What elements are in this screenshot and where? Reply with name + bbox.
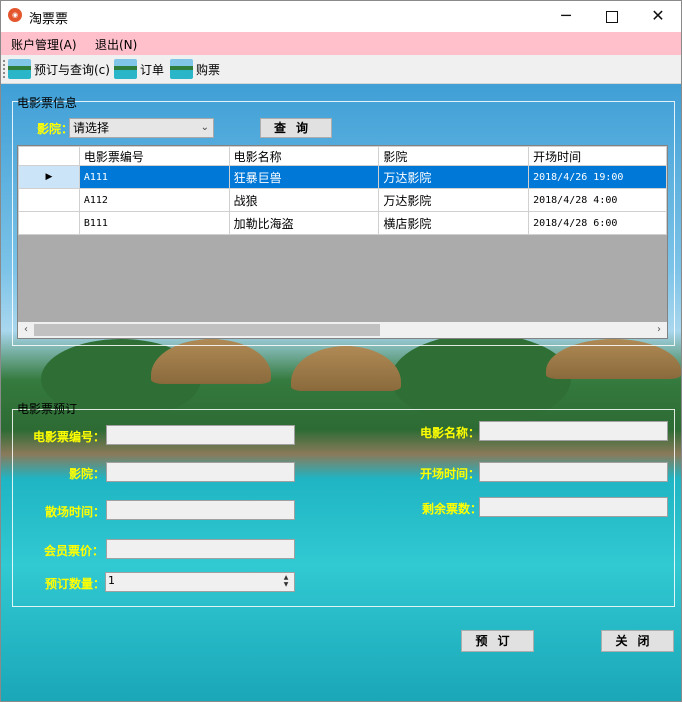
cell-cinema[interactable]: 万达影院 <box>378 188 530 212</box>
row-header[interactable] <box>18 188 80 212</box>
cinema-filter-value: 请选择 <box>73 121 110 135</box>
table-row[interactable]: B111 加勒比海盗 横店影院 2018/4/28 6:00 <box>18 211 667 235</box>
scroll-right-icon[interactable]: › <box>651 322 667 338</box>
beach-image-icon <box>8 59 31 79</box>
cell-cinema[interactable]: 万达影院 <box>378 165 530 189</box>
scroll-left-icon[interactable]: ‹ <box>18 322 34 338</box>
toolbar-buy-label: 购票 <box>196 62 221 77</box>
toolbar-orders-button[interactable]: 订单 <box>114 57 164 81</box>
cell-cinema[interactable]: 横店影院 <box>378 211 530 235</box>
cinema-field[interactable] <box>106 462 295 482</box>
booking-group-title: 电影票预订 <box>17 402 78 416</box>
toolbar-grip[interactable] <box>3 60 5 78</box>
current-row-indicator-icon: ▶ <box>18 165 80 189</box>
ticket-no-label: 电影票编号： <box>33 430 106 444</box>
cell-movie-name[interactable]: 狂暴巨兽 <box>228 165 380 189</box>
window-title: 淘票票 <box>29 12 69 27</box>
query-button[interactable]: 查询 <box>260 118 332 138</box>
quantity-value: 1 <box>108 574 115 587</box>
minimize-button[interactable]: ─ <box>543 1 589 31</box>
end-time-field[interactable] <box>106 500 295 520</box>
toolbar-book-query-button[interactable]: 预订与查询(c) <box>8 57 110 81</box>
beach-image-icon <box>114 59 137 79</box>
cell-start-time[interactable]: 2018/4/26 19:00 <box>528 165 667 189</box>
book-button[interactable]: 预订 <box>461 630 534 652</box>
app-logo-icon: ◉ <box>8 8 22 22</box>
start-time-label: 开场时间： <box>420 467 481 481</box>
remaining-tickets-field[interactable] <box>479 497 668 517</box>
toolbar-orders-label: 订单 <box>140 62 165 77</box>
ticket-grid[interactable]: 电影票编号 电影名称 影院 开场时间 ▶ A111 狂暴巨兽 万达影院 2018… <box>17 145 668 339</box>
quantity-stepper[interactable]: 1 ▲ ▼ <box>105 572 295 592</box>
close-window-button[interactable]: ✕ <box>635 1 681 31</box>
cell-start-time[interactable]: 2018/4/28 6:00 <box>528 211 667 235</box>
column-header[interactable]: 开场时间 <box>528 146 667 166</box>
column-header[interactable]: 电影票编号 <box>78 146 230 166</box>
spin-arrows-icon[interactable]: ▲ ▼ <box>279 574 293 588</box>
menu-exit[interactable]: 退出(N) <box>95 36 137 53</box>
cell-ticket-id[interactable]: B111 <box>78 211 230 235</box>
cell-ticket-id[interactable]: A111 <box>78 165 230 189</box>
cell-movie-name[interactable]: 加勒比海盗 <box>228 211 380 235</box>
column-header[interactable]: 影院 <box>378 146 530 166</box>
background-hut <box>291 346 401 391</box>
close-button[interactable]: 关闭 <box>601 630 674 652</box>
movie-name-label: 电影名称： <box>420 426 481 440</box>
toolbar-book-query-label: 预订与查询(c) <box>34 62 110 77</box>
ticket-no-field[interactable] <box>106 425 295 445</box>
column-header[interactable]: 电影名称 <box>228 146 380 166</box>
cinema-filter-label: 影院： <box>37 122 74 136</box>
table-header-row: 电影票编号 电影名称 影院 开场时间 <box>18 146 667 166</box>
title-bar: ◉ 淘票票 ─ ✕ <box>1 1 681 31</box>
toolbar-buy-button[interactable]: 购票 <box>170 57 220 81</box>
maximize-button[interactable] <box>589 1 635 31</box>
cinema-filter-select[interactable]: 请选择 ⌄ <box>69 118 214 138</box>
member-price-field[interactable] <box>106 539 295 559</box>
ticket-info-group-title: 电影票信息 <box>17 96 78 110</box>
start-time-field[interactable] <box>479 462 668 482</box>
horizontal-scrollbar[interactable]: ‹ › <box>18 322 667 338</box>
menu-account[interactable]: 账户管理(A) <box>11 36 77 53</box>
member-price-label: 会员票价： <box>44 544 105 558</box>
beach-image-icon <box>170 59 193 79</box>
chevron-down-icon: ⌄ <box>200 122 209 133</box>
row-header-corner <box>18 146 80 166</box>
maximize-icon <box>606 10 618 23</box>
row-header[interactable] <box>18 211 80 235</box>
menu-bar: 账户管理(A) 退出(N) <box>1 32 681 55</box>
cell-ticket-id[interactable]: A112 <box>78 188 230 212</box>
remaining-tickets-label: 剩余票数： <box>422 502 483 516</box>
main-window: ◉ 淘票票 ─ ✕ 账户管理(A) 退出(N) 预订与查询(c) 订单 购票 电… <box>0 0 682 702</box>
ticket-table: 电影票编号 电影名称 影院 开场时间 ▶ A111 狂暴巨兽 万达影院 2018… <box>18 146 667 235</box>
content-area: 电影票信息 影院： 请选择 ⌄ 查询 电影票编号 电影名称 影院 开场时间 ▶ <box>1 84 681 701</box>
end-time-label: 散场时间： <box>45 505 106 519</box>
quantity-label: 预订数量： <box>45 577 106 591</box>
cell-start-time[interactable]: 2018/4/28 4:00 <box>528 188 667 212</box>
movie-name-field[interactable] <box>479 421 668 441</box>
cell-movie-name[interactable]: 战狼 <box>228 188 380 212</box>
table-row[interactable]: A112 战狼 万达影院 2018/4/28 4:00 <box>18 188 667 212</box>
table-row[interactable]: ▶ A111 狂暴巨兽 万达影院 2018/4/26 19:00 <box>18 165 667 189</box>
scrollbar-thumb[interactable] <box>34 324 380 336</box>
toolbar: 预订与查询(c) 订单 购票 <box>1 55 681 84</box>
cinema-label: 影院： <box>69 467 106 481</box>
